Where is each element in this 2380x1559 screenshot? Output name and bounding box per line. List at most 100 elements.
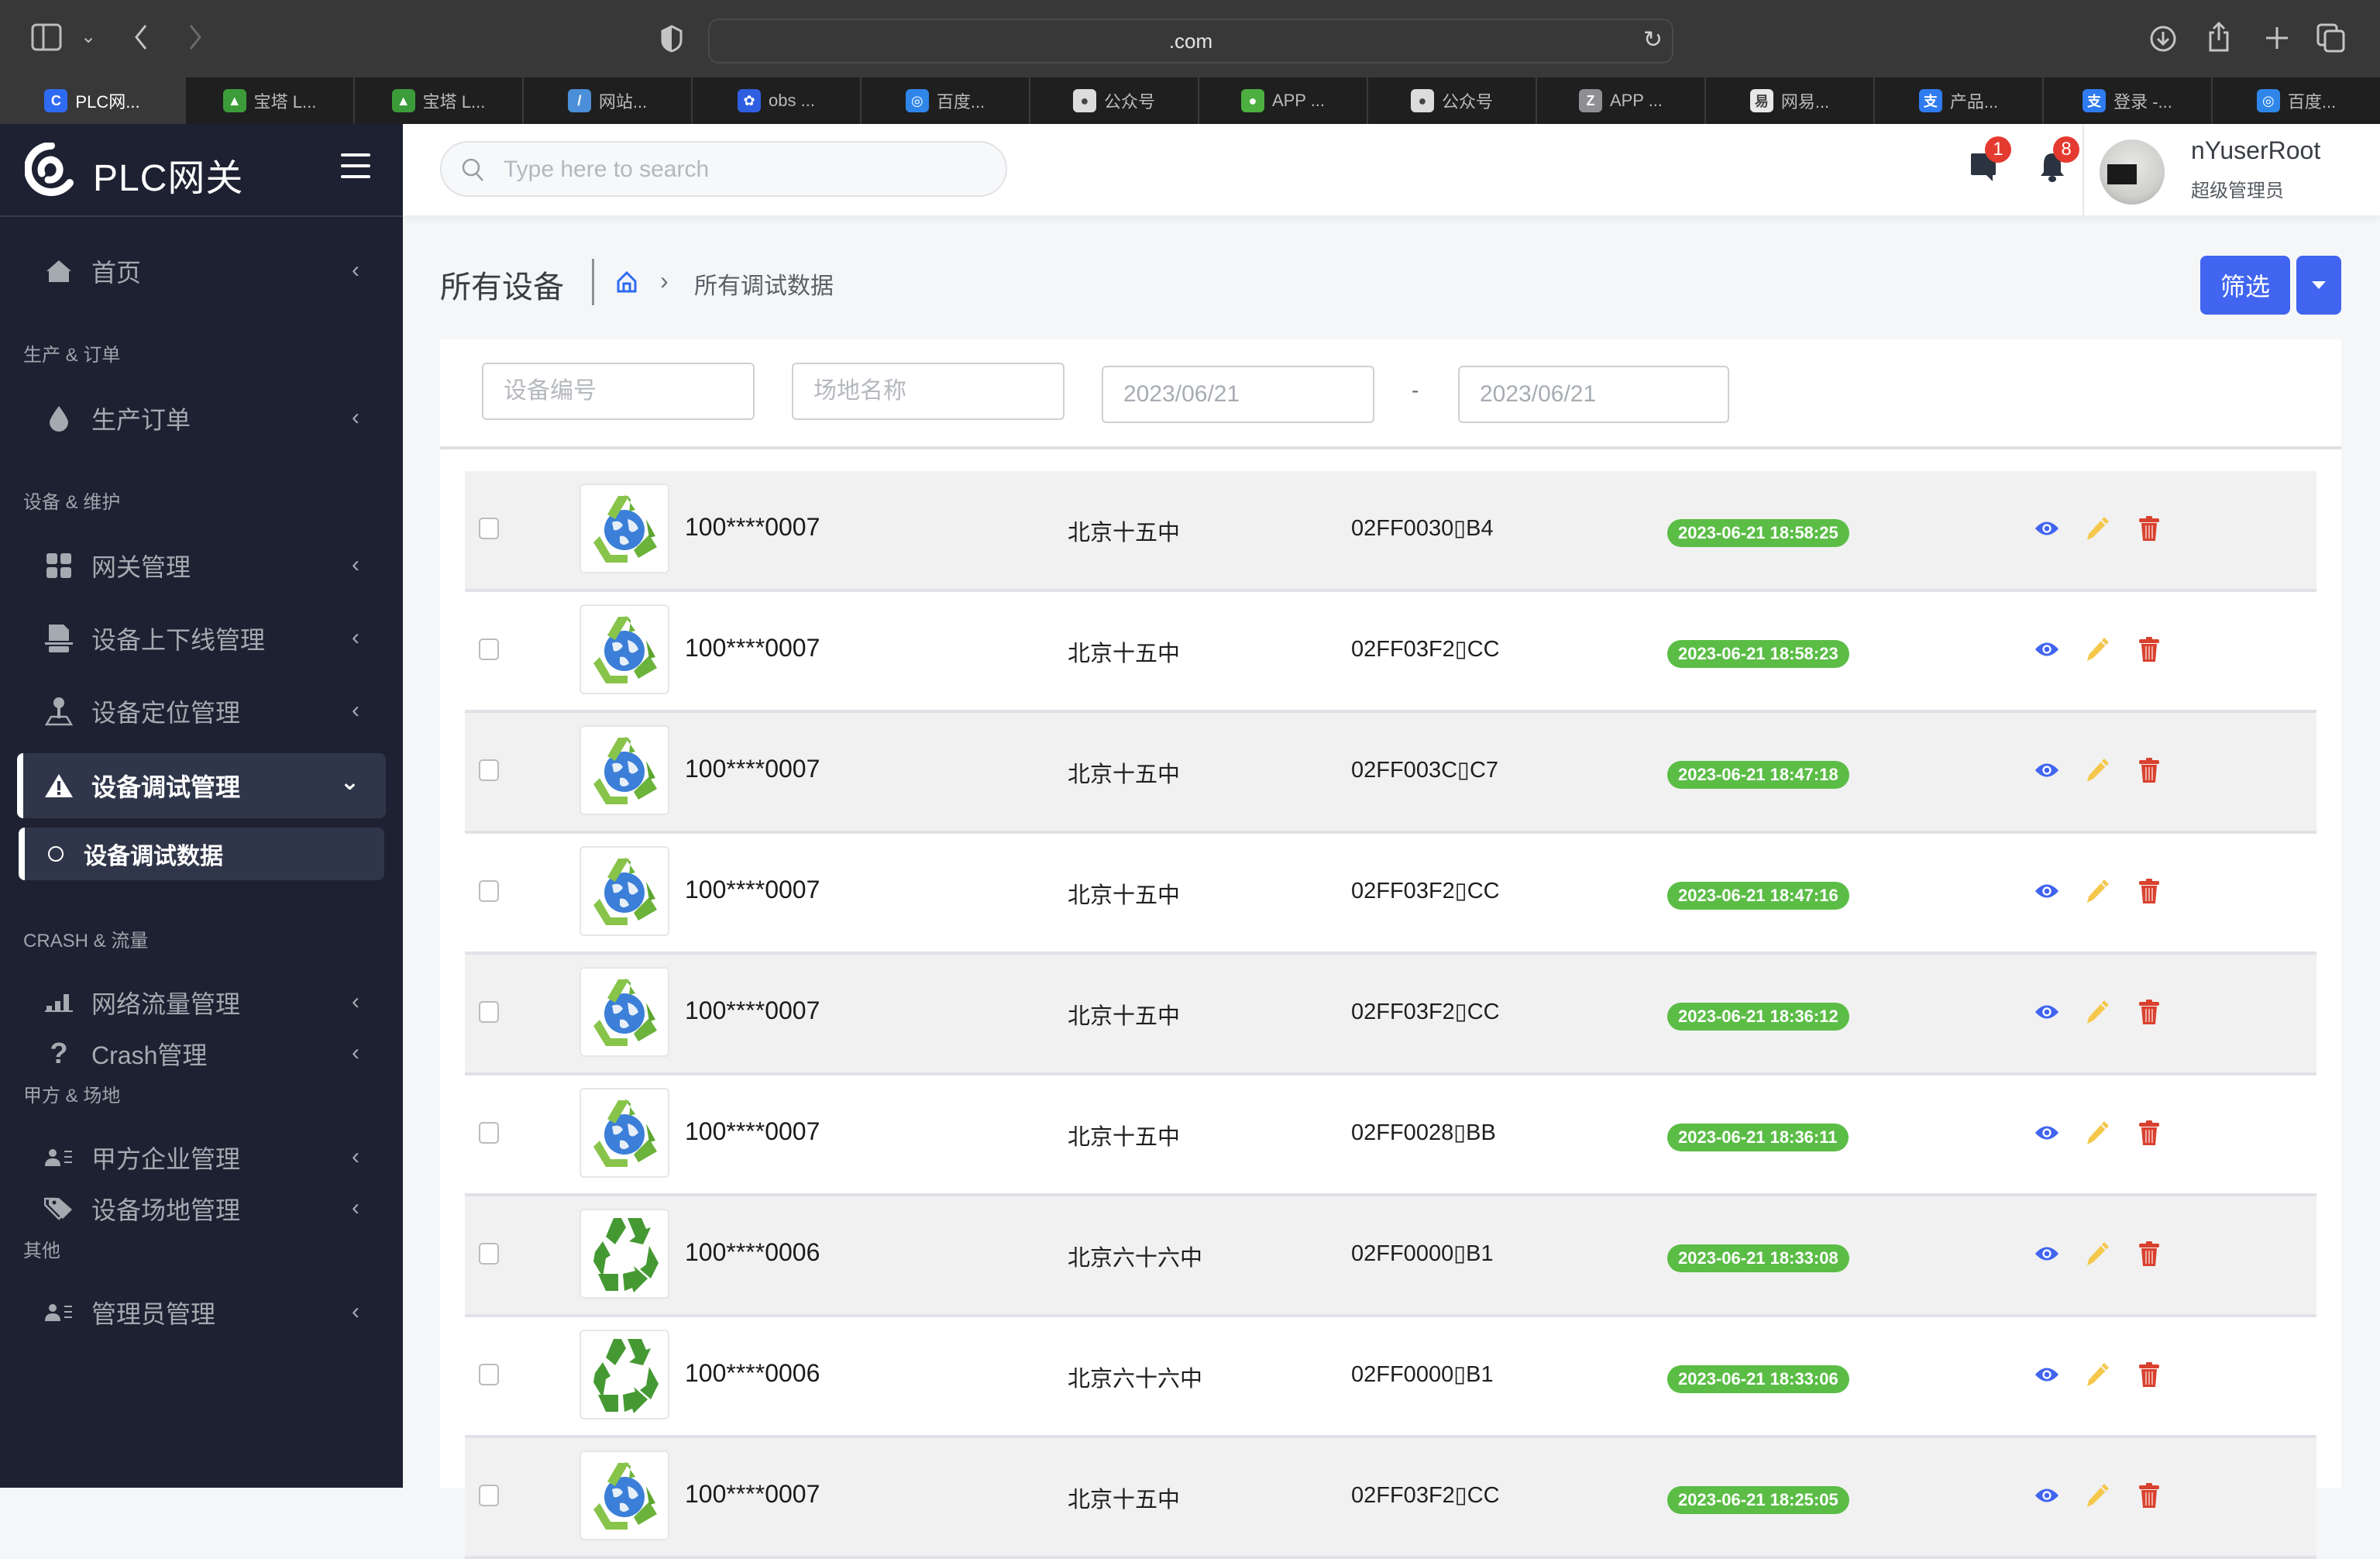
row-checkbox[interactable] xyxy=(479,1485,499,1506)
download-icon[interactable] xyxy=(2149,25,2177,57)
sidebar-item-debug[interactable]: 设备调试管理 ⌄ xyxy=(17,753,386,818)
url-text[interactable]: .com xyxy=(710,29,1672,53)
sidebar-item-admin[interactable]: 管理员管理 ‹ xyxy=(17,1282,386,1344)
delete-button[interactable] xyxy=(2137,879,2162,903)
privacy-shield-icon[interactable] xyxy=(660,25,683,57)
messages-button[interactable]: 1 xyxy=(1969,136,2011,185)
delete-button[interactable] xyxy=(2137,1483,2162,1508)
row-checkbox[interactable] xyxy=(479,1243,499,1265)
edit-button[interactable] xyxy=(2086,1000,2110,1024)
delete-button[interactable] xyxy=(2137,1241,2162,1266)
view-button[interactable] xyxy=(2034,1241,2059,1266)
device-thumbnail xyxy=(580,967,669,1057)
site-name-input[interactable]: 场地名称 xyxy=(792,363,1064,420)
eye-icon xyxy=(2034,1005,2059,1019)
browser-tab-label: 宝塔 L... xyxy=(422,92,486,112)
delete-button[interactable] xyxy=(2137,516,2162,541)
sidebar-item-crash[interactable]: ? Crash管理 ‹ xyxy=(17,1023,386,1085)
view-button[interactable] xyxy=(2034,879,2059,903)
browser-tab[interactable]: / 网站... xyxy=(522,77,691,124)
edit-button[interactable] xyxy=(2086,1362,2110,1387)
edit-button[interactable] xyxy=(2086,879,2110,903)
notifications-badge: 8 xyxy=(2053,136,2079,163)
site-name: 北京十五中 xyxy=(1068,642,1181,666)
sidebar-item-gateway[interactable]: 网关管理 ‹ xyxy=(17,535,386,597)
view-button[interactable] xyxy=(2034,1483,2059,1508)
table-row: 100****0007 北京十五中 02FF0030▯B4 2023-06-21 18… xyxy=(465,471,2316,592)
nav-section-title: 其他 xyxy=(23,1241,60,1261)
browser-tab[interactable]: ◎ 百度... xyxy=(2211,77,2380,124)
avatar xyxy=(2100,139,2165,205)
new-tab-icon[interactable] xyxy=(2264,25,2290,56)
sidebar-item-location[interactable]: 设备定位管理 ‹ xyxy=(17,680,386,742)
site-name: 北京六十六中 xyxy=(1068,1367,1203,1392)
forward-icon[interactable] xyxy=(186,23,205,56)
edit-button[interactable] xyxy=(2086,758,2110,783)
view-button[interactable] xyxy=(2034,1120,2059,1145)
logo-icon xyxy=(25,143,74,196)
browser-tab[interactable]: 支登录 -... xyxy=(2042,77,2211,124)
sidebar-toggle-icon[interactable] xyxy=(31,23,62,56)
browser-tab[interactable]: ✿ obs ... xyxy=(691,77,860,124)
delete-button[interactable] xyxy=(2137,1120,2162,1145)
row-checkbox[interactable] xyxy=(479,1122,499,1144)
row-checkbox[interactable] xyxy=(479,518,499,539)
sidebar-item-site[interactable]: 设备场地管理 ‹ xyxy=(17,1178,386,1240)
date-to-input[interactable]: 2023/06/21 xyxy=(1458,366,1729,423)
browser-tab[interactable]: ● 公众号 xyxy=(1029,77,1198,124)
view-button[interactable] xyxy=(2034,758,2059,783)
breadcrumb-home-icon[interactable] xyxy=(617,270,637,297)
device-thumbnail xyxy=(580,846,669,936)
user-menu[interactable]: nYuserRoot 超级管理员 xyxy=(2082,124,2380,215)
row-checkbox[interactable] xyxy=(479,638,499,660)
back-icon[interactable] xyxy=(132,23,150,56)
row-checkbox[interactable] xyxy=(479,759,499,781)
brand: PLC网关 xyxy=(0,124,403,217)
sidebar-item-home[interactable]: 首页 ‹ xyxy=(17,240,386,302)
browser-tab[interactable]: 易网易... xyxy=(1704,77,1873,124)
device-no-input[interactable]: 设备编号 xyxy=(482,363,755,420)
browser-tab[interactable]: ● APP ... xyxy=(1198,77,1367,124)
delete-button[interactable] xyxy=(2137,1362,2162,1387)
view-button[interactable] xyxy=(2034,1362,2059,1387)
edit-button[interactable] xyxy=(2086,637,2110,662)
reload-icon[interactable]: ↻ xyxy=(1643,26,1663,53)
delete-button[interactable] xyxy=(2137,1000,2162,1024)
row-checkbox[interactable] xyxy=(479,1001,499,1023)
row-checkbox[interactable] xyxy=(479,880,499,902)
sidebar-item-production-orders[interactable]: 生产订单 ‹ xyxy=(17,387,386,449)
delete-button[interactable] xyxy=(2137,758,2162,783)
view-button[interactable] xyxy=(2034,637,2059,662)
chevron-down-icon[interactable]: ⌄ xyxy=(81,28,96,46)
notifications-button[interactable]: 8 xyxy=(2039,136,2079,187)
view-button[interactable] xyxy=(2034,516,2059,541)
edit-button[interactable] xyxy=(2086,516,2110,541)
hamburger-menu-icon[interactable] xyxy=(341,153,370,178)
browser-tab[interactable]: ▲ 宝塔 L... xyxy=(353,77,522,124)
edit-button[interactable] xyxy=(2086,1120,2110,1145)
date-from-input[interactable]: 2023/06/21 xyxy=(1102,366,1374,423)
delete-button[interactable] xyxy=(2137,637,2162,662)
tab-overview-icon[interactable] xyxy=(2316,23,2346,57)
share-icon[interactable] xyxy=(2206,21,2231,57)
browser-tab[interactable]: C PLC网... xyxy=(0,77,184,124)
browser-tab[interactable]: 支产品... xyxy=(1873,77,2042,124)
filter-dropdown-button[interactable] xyxy=(2296,256,2341,315)
breadcrumb-separator-icon: › xyxy=(660,267,669,294)
view-button[interactable] xyxy=(2034,1000,2059,1024)
browser-tab[interactable]: ● 公众号 xyxy=(1367,77,1536,124)
address-bar[interactable]: .com ↻ xyxy=(708,19,1673,64)
row-checkbox[interactable] xyxy=(479,1364,499,1385)
table-row: 100****0007 北京十五中 02FF03F2▯CC 2023-06-21 18… xyxy=(465,955,2316,1075)
sidebar-item-online-offline[interactable]: 设备上下线管理 ‹ xyxy=(17,607,386,669)
search-input[interactable]: Type here to search xyxy=(440,141,1007,197)
pencil-icon xyxy=(2087,1363,2109,1386)
filter-button[interactable]: 筛选 xyxy=(2200,256,2290,315)
device-code: 100****0007 xyxy=(685,1480,820,1508)
browser-tab[interactable]: ▲ 宝塔 L... xyxy=(184,77,353,124)
sidebar-subitem-debug-data[interactable]: 设备调试数据 xyxy=(19,828,384,880)
browser-tab[interactable]: Z APP ... xyxy=(1536,77,1704,124)
edit-button[interactable] xyxy=(2086,1241,2110,1266)
browser-tab[interactable]: ◎ 百度... xyxy=(860,77,1029,124)
edit-button[interactable] xyxy=(2086,1483,2110,1508)
